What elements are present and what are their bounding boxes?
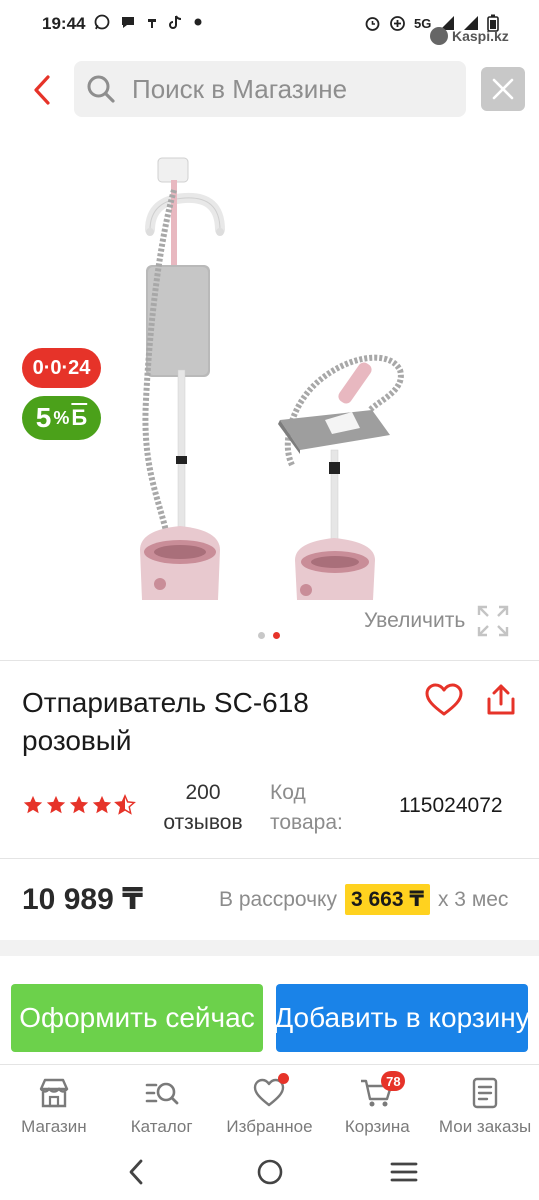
store-icon xyxy=(37,1075,71,1111)
credit-badge: 0·0·24 xyxy=(22,348,101,388)
usb-icon xyxy=(148,19,156,28)
buy-now-button[interactable]: Оформить сейчас xyxy=(11,984,263,1052)
credit-badge-text: 0·0·24 xyxy=(32,356,91,379)
star-icon xyxy=(23,795,43,814)
status-bar: 19:44 5G Kaspi.kz xyxy=(0,0,539,50)
system-menu-button[interactable] xyxy=(389,1154,419,1190)
installment-prefix: В рассрочку xyxy=(219,887,337,911)
product-price: 10 989 ₸ xyxy=(22,883,143,916)
search-input[interactable]: Поиск в Магазине xyxy=(74,61,466,117)
star-icon xyxy=(92,795,112,814)
nav-item-favorites[interactable]: Избранное xyxy=(216,1065,324,1144)
nav-item-orders[interactable]: Мои заказы xyxy=(431,1065,539,1144)
bonus-value: 5 xyxy=(35,402,52,433)
back-button[interactable] xyxy=(24,68,60,112)
zoom-button[interactable]: Увеличить xyxy=(364,603,511,639)
system-navigation-bar xyxy=(0,1144,539,1200)
nav-item-cart[interactable]: 78 Корзина xyxy=(323,1065,431,1144)
search-placeholder: Поиск в Магазине xyxy=(132,73,348,104)
kaspi-logo-icon xyxy=(430,27,448,45)
system-menu-icon xyxy=(390,1162,418,1182)
divider xyxy=(0,858,539,859)
nav-label: Мои заказы xyxy=(438,1117,532,1136)
pagination-dot-active xyxy=(273,632,280,639)
star-half-icon xyxy=(114,794,136,815)
chevron-left-icon xyxy=(34,75,50,105)
installment-amount: 3 663 ₸ xyxy=(344,884,430,915)
alarm-icon xyxy=(365,16,380,31)
nav-item-store[interactable]: Магазин xyxy=(0,1065,108,1144)
product-page: 19:44 5G Kaspi.kz Поиск в Магазине 0·0·2… xyxy=(0,0,539,1200)
section-separator xyxy=(0,940,539,956)
notification-dot xyxy=(277,1073,289,1084)
dot-icon xyxy=(194,18,202,26)
product-gallery[interactable]: 0·0·24 5% Б Увеличить xyxy=(0,130,539,660)
share-icon xyxy=(487,684,515,715)
system-home-button[interactable] xyxy=(256,1154,284,1190)
chat-icon xyxy=(122,17,134,28)
share-button[interactable] xyxy=(481,680,521,720)
cart-count-badge: 78 xyxy=(381,1071,406,1091)
whatsapp-icon xyxy=(94,14,110,30)
system-back-icon xyxy=(129,1159,143,1185)
orders-icon xyxy=(471,1075,499,1111)
nav-label: Избранное xyxy=(226,1117,313,1136)
watermark-text: Kaspi.kz xyxy=(452,28,509,44)
bottom-navigation: Магазин Каталог Избранное 78 Корзина Мои… xyxy=(0,1064,539,1144)
rating-stars[interactable] xyxy=(22,794,136,816)
product-title: Отпариватель SC-618 розовый xyxy=(22,687,309,756)
system-back-button[interactable] xyxy=(122,1154,150,1190)
reviews-count: 200 xyxy=(185,781,221,804)
installment-info[interactable]: В рассрочку 3 663 ₸ x 3 мес xyxy=(219,884,508,915)
product-image-steamer[interactable] xyxy=(120,150,430,600)
installment-suffix: x 3 мес xyxy=(437,887,509,911)
catalog-search-icon xyxy=(144,1075,180,1111)
add-to-cart-label: Добавить в корзину xyxy=(276,1002,528,1033)
notification-icons xyxy=(94,14,202,30)
system-home-icon xyxy=(257,1159,283,1185)
close-button[interactable] xyxy=(481,67,525,111)
nav-label: Корзина xyxy=(344,1117,410,1136)
kaspi-watermark: Kaspi.kz xyxy=(430,27,509,45)
product-code-label: Код товара: xyxy=(270,778,360,838)
data-saver-icon xyxy=(390,15,405,31)
star-icon xyxy=(69,795,89,814)
product-code-value: 115024072 xyxy=(399,794,503,817)
expand-icon xyxy=(478,605,509,637)
bonus-percent: % xyxy=(53,407,70,428)
nav-item-catalog[interactable]: Каталог xyxy=(108,1065,216,1144)
zoom-label: Увеличить xyxy=(364,609,466,632)
close-icon xyxy=(492,78,514,100)
nav-label: Магазин xyxy=(21,1117,87,1136)
buy-now-label: Оформить сейчас xyxy=(19,1002,255,1033)
add-to-cart-button[interactable]: Добавить в корзину xyxy=(276,984,528,1052)
bonus-badge: 5% Б xyxy=(22,396,101,440)
code-label-text: Код товара: xyxy=(270,781,343,834)
heart-icon xyxy=(425,683,463,716)
pagination-dot xyxy=(258,632,265,639)
bonus-letter: Б xyxy=(71,405,88,430)
star-icon xyxy=(46,795,66,814)
tiktok-icon xyxy=(169,15,182,29)
network-type: 5G xyxy=(414,15,432,31)
favorite-button[interactable] xyxy=(424,680,464,720)
divider xyxy=(0,660,539,661)
search-icon xyxy=(86,74,116,104)
nav-label: Каталог xyxy=(130,1117,193,1136)
reviews-link[interactable]: 200 отзывов xyxy=(150,778,256,838)
reviews-label: отзывов xyxy=(163,811,243,834)
status-time: 19:44 xyxy=(42,14,86,33)
gallery-pagination xyxy=(258,632,280,639)
